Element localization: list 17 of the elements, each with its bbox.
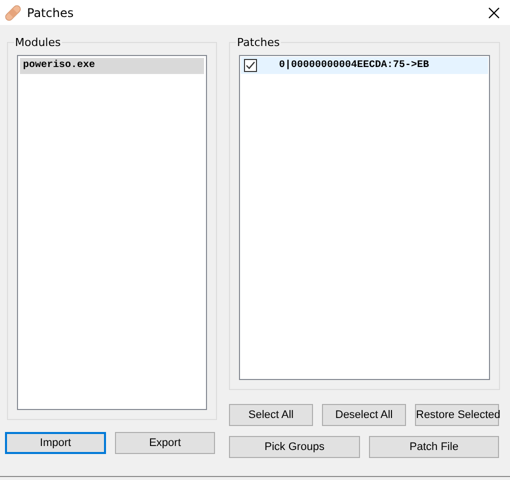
group-label: Modules [14, 36, 62, 49]
window-title: Patches [27, 6, 74, 20]
patch-button[interactable]: Patch File [369, 436, 499, 458]
close-icon[interactable] [488, 6, 500, 18]
patch-button[interactable]: Deselect All [322, 404, 406, 426]
patch-text: 0|00000000004EECDA:75->EB [279, 60, 430, 71]
patch-button[interactable]: Select All [229, 404, 313, 426]
module-button[interactable]: Export [115, 432, 215, 454]
module-button[interactable]: Import [5, 432, 106, 454]
patch-row[interactable]: 0|00000000004EECDA:75->EB [241, 57, 488, 74]
patch-list[interactable]: 0|00000000004EECDA:75->EB [239, 55, 490, 380]
module-list[interactable]: poweriso.exe [17, 55, 207, 410]
patch-button[interactable]: Restore Selected [415, 404, 499, 426]
checkbox[interactable] [244, 59, 257, 72]
module-item[interactable]: poweriso.exe [20, 58, 204, 74]
group-label: Patches [236, 36, 281, 49]
patch-button[interactable]: Pick Groups [229, 436, 360, 458]
